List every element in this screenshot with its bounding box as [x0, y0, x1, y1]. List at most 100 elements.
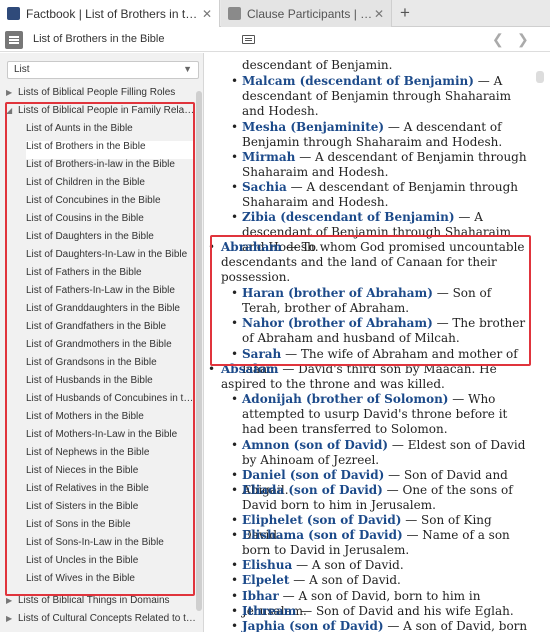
sidebar-scrollbar[interactable] [196, 91, 202, 611]
entry-link[interactable]: Ithream [242, 604, 296, 618]
bullet-icon: • [208, 362, 216, 376]
tree-item-granddaughters[interactable]: List of Granddaughters in the Bible [26, 303, 194, 321]
bullet-icon: • [231, 438, 239, 452]
tree-item-wives[interactable]: List of Wives in the Bible [26, 573, 194, 591]
tree-item-fathers[interactable]: List of Fathers in the Bible [26, 267, 194, 285]
tree-item-grandsons[interactable]: List of Grandsons in the Bible [26, 357, 194, 375]
tree-item-concubines[interactable]: List of Concubines in the Bible [26, 195, 194, 213]
tab-bar: Factbook | List of Brothers in the Bible… [0, 0, 550, 27]
tree-item-daughters-in-law[interactable]: List of Daughters-In-Law in the Bible [26, 249, 194, 267]
entry-link[interactable]: Adonijah (brother of Solomon) [242, 392, 448, 406]
list-item: • Sachia — A descendant of Benjamin throu… [231, 180, 528, 210]
page-title: List of Brothers in the Bible [33, 33, 165, 45]
bullet-icon: • [231, 180, 239, 194]
entry-link[interactable]: Daniel (son of David) [242, 468, 384, 482]
bullet-icon: • [231, 513, 239, 527]
entry-link[interactable]: Sarah [242, 347, 281, 361]
entry-link[interactable]: Elpelet [242, 573, 289, 587]
new-tab-button[interactable]: + [400, 3, 410, 23]
article-content: ​ descendant of Benjamin. •Malcam (desce… [205, 53, 550, 632]
keyboard-icon[interactable] [242, 35, 255, 44]
content-scrollbar[interactable] [536, 71, 544, 83]
entry-link[interactable]: Elishua [242, 558, 292, 572]
tree-item-fathers-in-law[interactable]: List of Fathers-In-Law in the Bible [26, 285, 194, 303]
entry-description: — A son of David. [292, 558, 404, 572]
tree-item-nieces[interactable]: List of Nieces in the Bible [26, 465, 194, 483]
tree-item-sons-in-law[interactable]: List of Sons-In-Law in the Bible [26, 537, 194, 555]
list-item: • Amnon (son of David) — Eldest son of Da… [231, 438, 528, 468]
list-item: • Ithream — Son of David and his wife Egl… [231, 604, 528, 619]
bullet-icon: • [231, 558, 239, 572]
bullet-icon: • [231, 150, 239, 164]
tree-item-husbands-of-concubines[interactable]: List of Husbands of Concubines in the Bi… [26, 393, 194, 411]
entry-link[interactable]: Absalom [221, 362, 279, 376]
forward-arrow-icon[interactable]: ❯ [517, 31, 529, 48]
tree-item-things-in-domains[interactable]: ▶ Lists of Biblical Things in Domains [6, 595, 196, 613]
tree-item-label: Lists of Biblical People in Family Relat… [18, 105, 196, 116]
bullet-icon: • [231, 392, 239, 406]
expand-arrow-icon[interactable]: ▶ [6, 596, 18, 605]
entry-link[interactable]: Mirmah [242, 150, 295, 164]
list-item: • Abraham — To whom God promised uncounta… [208, 240, 527, 285]
entry-link[interactable]: Japhia (son of David) [242, 619, 384, 632]
entry-link[interactable]: Abraham [221, 240, 282, 254]
tree-item-brothers[interactable]: List of Brothers in the Bible [26, 141, 194, 159]
entry-link[interactable]: Sachia [242, 180, 287, 194]
tree-item-mothers-in-law[interactable]: List of Mothers-In-Law in the Bible [26, 429, 194, 447]
bullet-icon: • [231, 589, 239, 603]
entry-link[interactable]: Elishama (son of David) [242, 528, 403, 542]
list-type-dropdown[interactable]: List ▼ [7, 61, 199, 79]
tree-item-sisters[interactable]: List of Sisters in the Bible [26, 501, 194, 519]
list-item: • Nahor (brother of Abraham) — The brothe… [231, 316, 528, 346]
bullet-icon: • [231, 573, 239, 587]
entry-link[interactable]: Ibhar [242, 589, 279, 603]
bullet-icon: • [208, 240, 216, 254]
back-arrow-icon[interactable]: ❮ [492, 31, 504, 48]
entry-description: descendant of Benjamin. [242, 58, 393, 72]
dropdown-value: List [14, 64, 30, 75]
expand-arrow-icon[interactable]: ▶ [6, 88, 18, 97]
entry-link[interactable]: Mesha (Benjaminite) [242, 120, 384, 134]
tree-item-mothers[interactable]: List of Mothers in the Bible [26, 411, 194, 429]
entry-link[interactable]: Malcam (descendant of Benjamin) [242, 74, 474, 88]
entry-link[interactable]: Zibia (descendant of Benjamin) [242, 210, 455, 224]
close-icon[interactable]: ✕ [202, 7, 212, 21]
entry-link[interactable]: Eliphelet (son of David) [242, 513, 401, 527]
tree-item-uncles[interactable]: List of Uncles in the Bible [26, 555, 194, 573]
tree-item-sons[interactable]: List of Sons in the Bible [26, 519, 194, 537]
bullet-icon: • [231, 619, 239, 632]
tree-item-husbands[interactable]: List of Husbands in the Bible [26, 375, 194, 393]
entry-link[interactable]: Haran (brother of Abraham) [242, 286, 433, 300]
entry-link[interactable]: Amnon (son of David) [242, 438, 388, 452]
list-item: • Elpelet — A son of David. [231, 573, 528, 588]
tree-item-brothers-in-law[interactable]: List of Brothers-in-law in the Bible [26, 159, 194, 177]
tree-item-grandfathers[interactable]: List of Grandfathers in the Bible [26, 321, 194, 339]
tree-item-children[interactable]: List of Children in the Bible [26, 177, 194, 195]
tab-label: Clause Participants | אַבְרָם [247, 6, 374, 21]
tree-item-daughters[interactable]: List of Daughters in the Bible [26, 231, 194, 249]
tab-factbook[interactable]: Factbook | List of Brothers in the Bible… [0, 0, 220, 27]
tree-item-cousins[interactable]: List of Cousins in the Bible [26, 213, 194, 231]
close-icon[interactable]: ✕ [374, 7, 384, 21]
tab-clause-participants[interactable]: Clause Participants | אַבְרָם ✕ [221, 0, 392, 27]
list-item: • Mirmah — A descendant of Benjamin throu… [231, 150, 528, 180]
collapse-arrow-icon[interactable]: ◢ [6, 106, 18, 115]
tree-item-nephews[interactable]: List of Nephews in the Bible [26, 447, 194, 465]
entry-link[interactable]: Eliada (son of David) [242, 483, 383, 497]
tree-item-grandmothers[interactable]: List of Grandmothers in the Bible [26, 339, 194, 357]
tree-item-relatives[interactable]: List of Relatives in the Bible [26, 483, 194, 501]
entry-description: — Son of David and his wife Eglah. [296, 604, 514, 618]
tree-item-aunts[interactable]: List of Aunts in the Bible [26, 123, 194, 141]
tree-item-people-filling-roles[interactable]: ▶ Lists of Biblical People Filling Roles [6, 87, 196, 105]
entry-description: — A son of David. [289, 573, 401, 587]
bullet-icon: • [231, 483, 239, 497]
list-item: • Elishama (son of David) — Name of a son… [231, 528, 528, 558]
entry-link[interactable]: Nahor (brother of Abraham) [242, 316, 433, 330]
expand-arrow-icon[interactable]: ▶ [6, 614, 18, 623]
tree-item-cultural-concepts[interactable]: ▶ Lists of Cultural Concepts Related to t… [6, 613, 196, 631]
list-item: • Elishua — A son of David. [231, 558, 528, 573]
clause-icon [228, 7, 241, 20]
hamburger-menu-icon[interactable] [5, 31, 23, 49]
tree-item-family-relationships[interactable]: ◢ Lists of Biblical People in Family Rela… [6, 105, 196, 123]
list-item: • Japhia (son of David) — A son of David,… [231, 619, 528, 632]
